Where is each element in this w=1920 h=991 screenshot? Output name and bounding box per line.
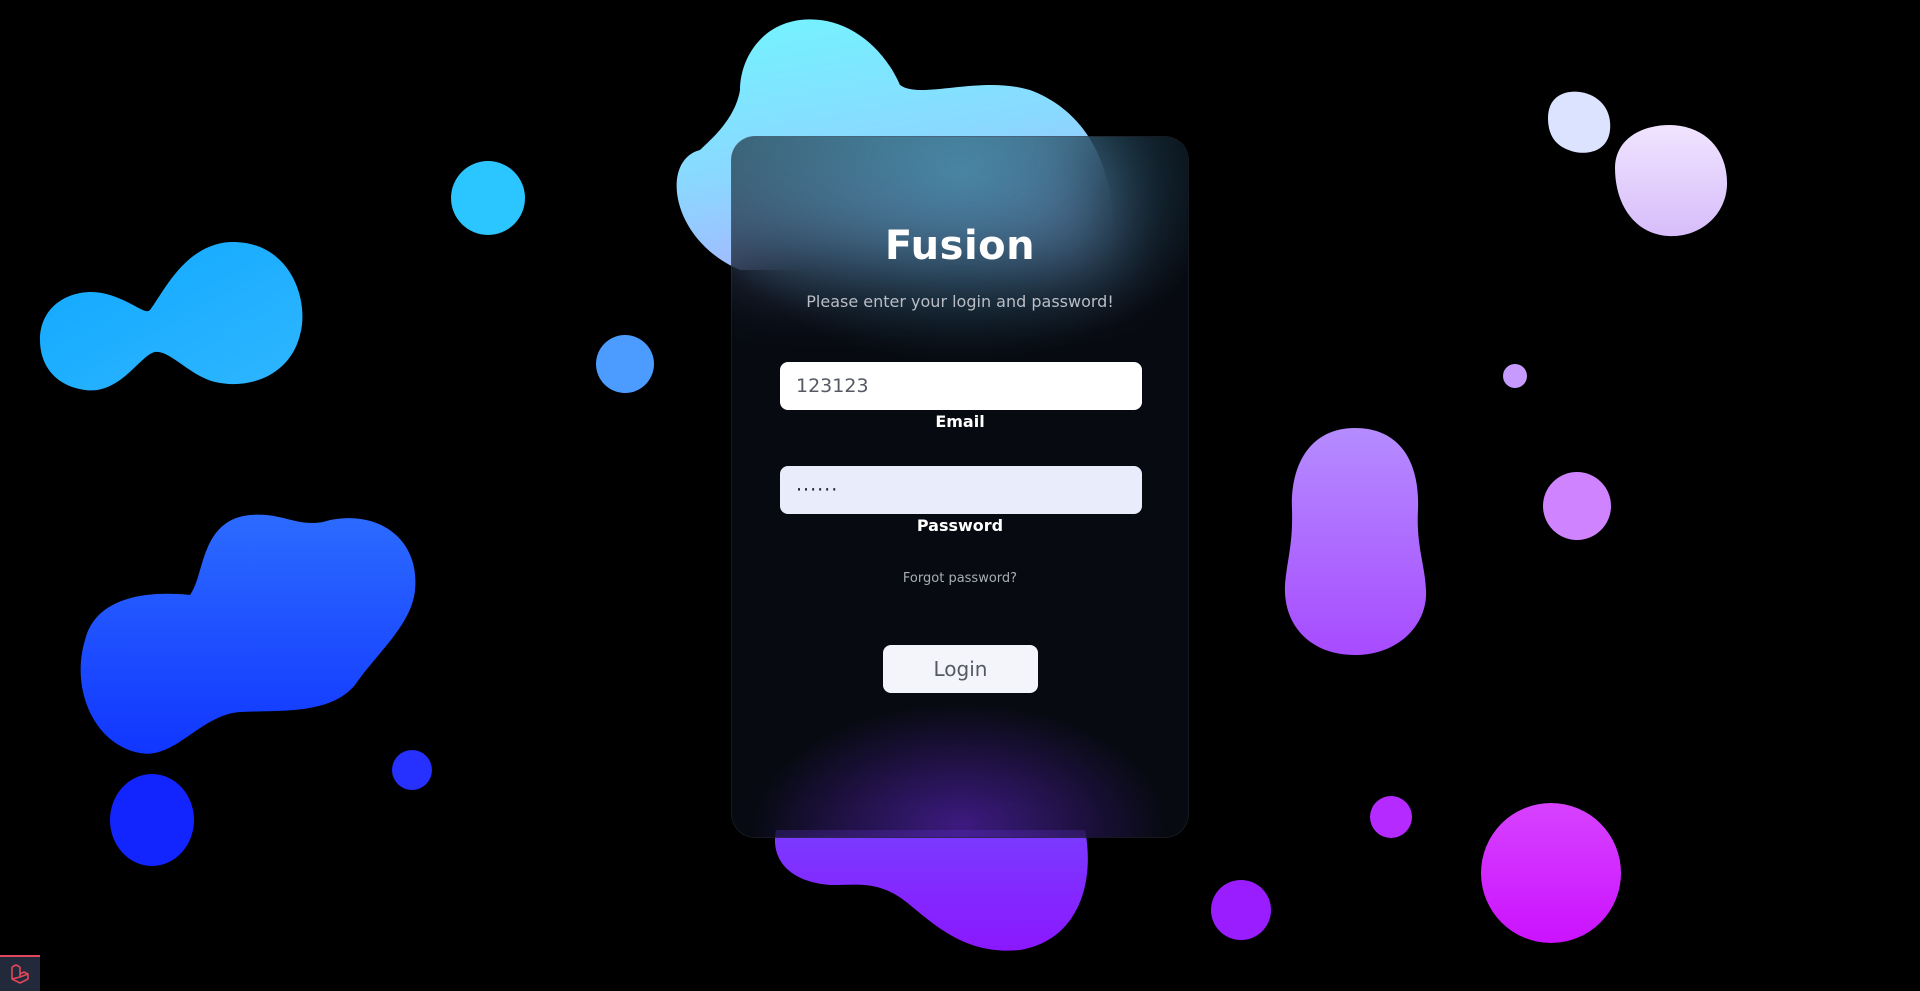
blob-dot: [1481, 803, 1621, 943]
password-label: Password: [916, 516, 1004, 535]
blob-left-large: [80, 514, 416, 754]
blob-dot: [1211, 880, 1271, 940]
laravel-logo-icon: [11, 964, 29, 984]
login-subtitle: Please enter your login and password!: [806, 292, 1114, 311]
blob-dot: [110, 774, 194, 866]
email-label: Email: [935, 412, 985, 431]
login-button[interactable]: Login: [883, 645, 1038, 693]
forgot-password-link[interactable]: Forgot password?: [732, 571, 1188, 586]
blob-dot: [1370, 796, 1412, 838]
login-page: Fusion Please enter your login and passw…: [0, 0, 1920, 991]
app-title: Fusion: [884, 223, 1036, 269]
blob-right-pill: [1284, 428, 1427, 655]
email-input[interactable]: [780, 362, 1142, 410]
blob-bottom-purple: [774, 830, 1088, 951]
blob-dot: [451, 161, 525, 235]
login-card: Fusion Please enter your login and passw…: [731, 136, 1189, 838]
blob-dot: [1503, 364, 1527, 388]
blob-dot: [392, 750, 432, 790]
blob-top-right-small: [1548, 91, 1611, 153]
blob-top-right-large: [1615, 125, 1728, 237]
blob-dot: [1543, 472, 1611, 540]
blob-dot: [596, 335, 654, 393]
password-input[interactable]: [780, 466, 1142, 514]
laravel-logo-badge[interactable]: [0, 955, 40, 991]
blob-left-double: [40, 241, 303, 391]
